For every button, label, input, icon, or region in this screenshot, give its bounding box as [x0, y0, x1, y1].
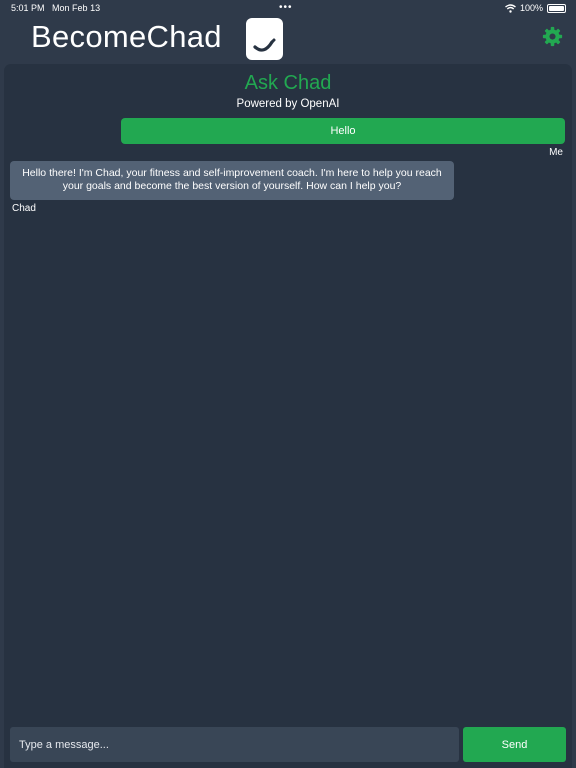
chad-logo-icon	[246, 18, 283, 60]
status-bar: 5:01 PM Mon Feb 13 ••• 100%	[0, 0, 576, 16]
status-time-date: 5:01 PM Mon Feb 13	[11, 0, 100, 16]
status-right: 100%	[505, 0, 566, 16]
bot-sender-label: Chad	[12, 203, 36, 214]
battery-icon	[547, 3, 566, 13]
brand-title: BecomeChad	[31, 19, 222, 54]
message-input[interactable]	[10, 727, 459, 762]
user-message-bubble: Hello	[121, 118, 565, 144]
chat-subtitle: Powered by OpenAI	[236, 98, 340, 110]
send-button[interactable]: Send	[463, 727, 566, 762]
bot-message-bubble: Hello there! I'm Chad, your fitness and …	[10, 161, 454, 200]
status-date: Mon Feb 13	[52, 3, 101, 13]
chat-panel: Ask Chad Powered by OpenAI Hello Me Hell…	[4, 64, 572, 768]
wifi-icon	[505, 3, 516, 13]
user-sender-label: Me	[549, 147, 563, 158]
app-header: BecomeChad	[0, 16, 576, 62]
battery-percent: 100%	[519, 3, 543, 13]
chat-title: Ask Chad	[244, 72, 332, 94]
gear-icon[interactable]	[542, 26, 563, 47]
multitasking-dots[interactable]: •••	[279, 0, 293, 16]
status-time: 5:01 PM	[11, 3, 45, 13]
